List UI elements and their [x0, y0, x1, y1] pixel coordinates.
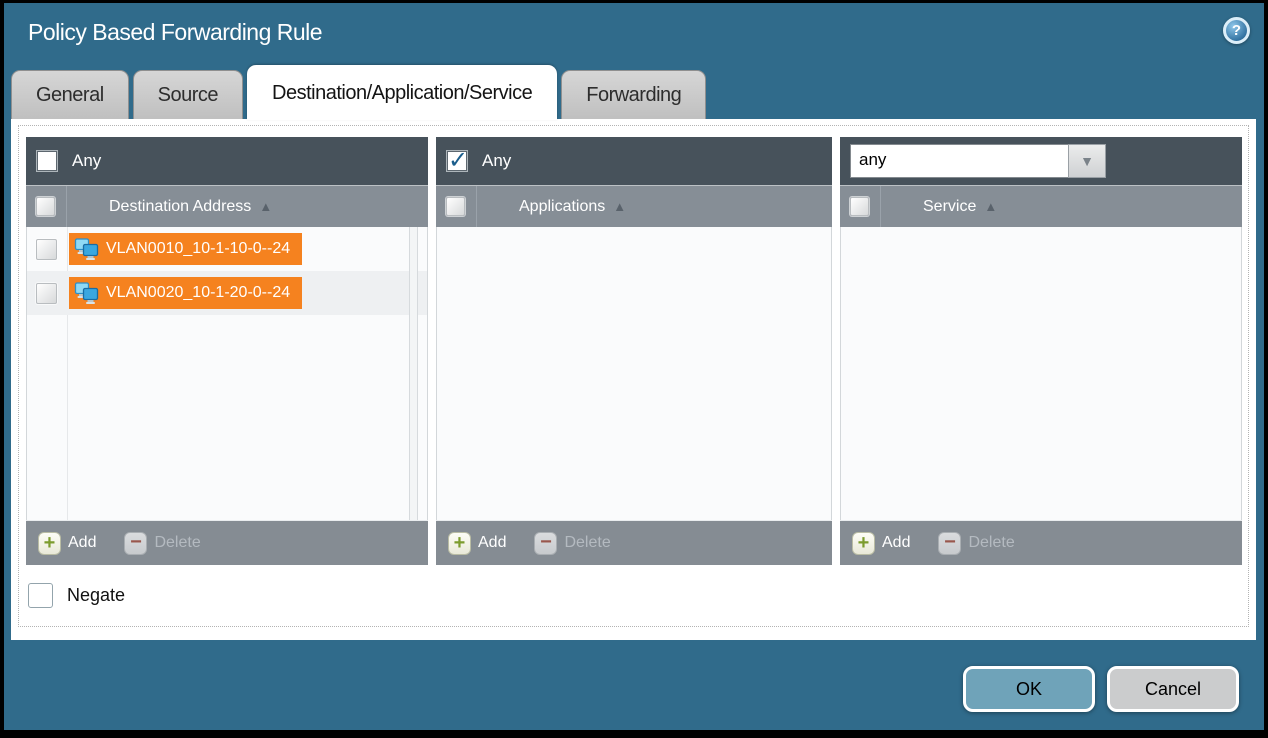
minus-icon: −	[938, 532, 961, 555]
applications-any-label: Any	[482, 151, 511, 171]
minus-icon: −	[124, 532, 147, 555]
destination-select-all-checkbox[interactable]	[36, 197, 55, 216]
address-object-label: VLAN0010_10-1-10-0--24	[106, 240, 290, 258]
network-address-icon	[74, 282, 99, 304]
service-dropdown-bar: any ▼	[840, 137, 1242, 185]
applications-any-checkbox[interactable]	[446, 150, 468, 172]
service-select-all-checkbox[interactable]	[850, 197, 869, 216]
header-divider	[66, 186, 67, 227]
service-list	[840, 227, 1242, 520]
vertical-scrollbar[interactable]	[409, 227, 418, 520]
destination-any-label: Any	[72, 151, 101, 171]
tab-destination-application-service[interactable]: Destination/Application/Service	[247, 65, 557, 120]
address-object-label: VLAN0020_10-1-20-0--24	[106, 284, 290, 302]
destination-row[interactable]: VLAN0010_10-1-10-0--24	[27, 227, 427, 271]
header-divider	[476, 186, 477, 227]
negate-checkbox[interactable]	[28, 583, 53, 608]
chevron-down-icon[interactable]: ▼	[1068, 144, 1106, 178]
negate-option: Negate	[28, 583, 125, 608]
destination-header-label: Destination Address	[109, 198, 251, 216]
screenshot-frame: Policy Based Forwarding Rule ? General S…	[0, 0, 1268, 738]
destination-list: VLAN0010_10-1-10-0--24	[26, 227, 428, 520]
help-icon[interactable]: ?	[1223, 17, 1250, 44]
service-column-header[interactable]: Service ▲	[840, 185, 1242, 227]
dialog-titlebar: Policy Based Forwarding Rule ?	[4, 3, 1264, 65]
tab-general[interactable]: General	[11, 70, 129, 120]
delete-button[interactable]: − Delete	[938, 532, 1014, 555]
tab-source[interactable]: Source	[133, 70, 243, 120]
tab-content-panel: Any Destination Address ▲	[11, 119, 1256, 640]
minus-icon: −	[534, 532, 557, 555]
cancel-button[interactable]: Cancel	[1107, 666, 1239, 712]
applications-header-label: Applications	[519, 198, 605, 216]
destination-column-header[interactable]: Destination Address ▲	[26, 185, 428, 227]
delete-button[interactable]: − Delete	[124, 532, 200, 555]
address-object-chip[interactable]: VLAN0020_10-1-20-0--24	[69, 277, 302, 309]
sort-ascending-icon: ▲	[259, 199, 272, 214]
header-divider	[880, 186, 881, 227]
destination-any-bar: Any	[26, 137, 428, 185]
tab-forwarding[interactable]: Forwarding	[561, 70, 706, 120]
applications-select-all-checkbox[interactable]	[446, 197, 465, 216]
applications-column-header[interactable]: Applications ▲	[436, 185, 832, 227]
sort-ascending-icon: ▲	[984, 199, 997, 214]
plus-icon: +	[448, 532, 471, 555]
delete-button[interactable]: − Delete	[534, 532, 610, 555]
destination-footer: + Add − Delete	[26, 520, 428, 565]
service-dropdown-value[interactable]: any	[850, 144, 1068, 178]
applications-column: Any Applications ▲ + Add − Delet	[436, 137, 832, 565]
network-address-icon	[74, 238, 99, 260]
row-checkbox[interactable]	[36, 283, 57, 304]
service-column: any ▼ Service ▲ + Add	[840, 137, 1242, 565]
add-button[interactable]: + Add	[852, 532, 910, 555]
dialog-title: Policy Based Forwarding Rule	[28, 19, 322, 46]
service-footer: + Add − Delete	[840, 520, 1242, 565]
add-button[interactable]: + Add	[38, 532, 96, 555]
columns-container: Any Destination Address ▲	[26, 137, 1242, 565]
address-object-chip[interactable]: VLAN0010_10-1-10-0--24	[69, 233, 302, 265]
destination-address-column: Any Destination Address ▲	[26, 137, 428, 565]
tab-bar: General Source Destination/Application/S…	[11, 65, 710, 120]
row-checkbox[interactable]	[36, 239, 57, 260]
applications-footer: + Add − Delete	[436, 520, 832, 565]
sort-ascending-icon: ▲	[613, 199, 626, 214]
applications-list	[436, 227, 832, 520]
applications-any-bar: Any	[436, 137, 832, 185]
ok-button[interactable]: OK	[963, 666, 1095, 712]
service-dropdown[interactable]: any ▼	[850, 144, 1106, 178]
destination-any-checkbox[interactable]	[36, 150, 58, 172]
negate-label: Negate	[67, 585, 125, 606]
policy-based-forwarding-dialog: Policy Based Forwarding Rule ? General S…	[4, 3, 1264, 730]
plus-icon: +	[38, 532, 61, 555]
add-button[interactable]: + Add	[448, 532, 506, 555]
plus-icon: +	[852, 532, 875, 555]
service-header-label: Service	[923, 198, 976, 216]
destination-row[interactable]: VLAN0020_10-1-20-0--24	[27, 271, 427, 315]
